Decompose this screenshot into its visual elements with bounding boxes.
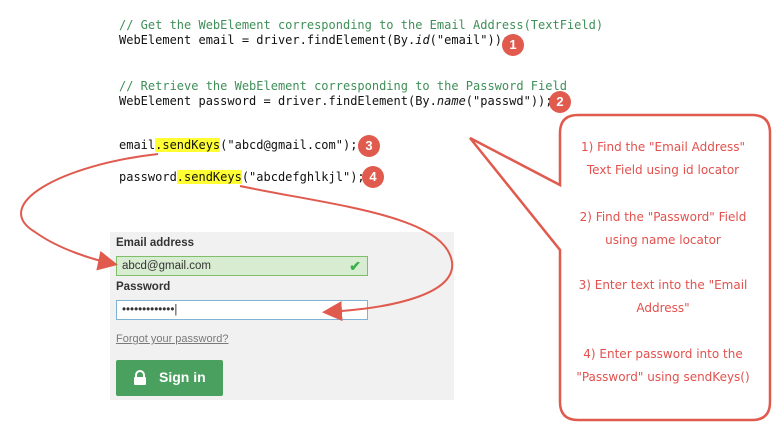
arrow-to-email [20, 153, 159, 271]
callout-line: 2) Find the "Password" Field [579, 210, 747, 224]
callout-step-4: 4) Enter password into the "Password" us… [560, 343, 766, 389]
callout-step-3: 3) Enter text into the "Email Address" [560, 274, 766, 320]
callout-line: Text Field using id locator [586, 163, 740, 177]
callout-step-1: 1) Find the "Email Address" Text Field u… [560, 136, 766, 182]
callout-line: using name locator [605, 233, 721, 247]
callout-line: 3) Enter text into the "Email [578, 278, 748, 292]
callout-line: 4) Enter password into the [583, 347, 743, 361]
callout-line: 1) Find the "Email Address" [581, 140, 745, 154]
callout-line: Address" [636, 301, 690, 315]
callout-step-2: 2) Find the "Password" Field using name … [560, 206, 766, 252]
callout-line: "Password" using sendKeys() [576, 370, 750, 384]
arrow-to-password [239, 185, 454, 322]
